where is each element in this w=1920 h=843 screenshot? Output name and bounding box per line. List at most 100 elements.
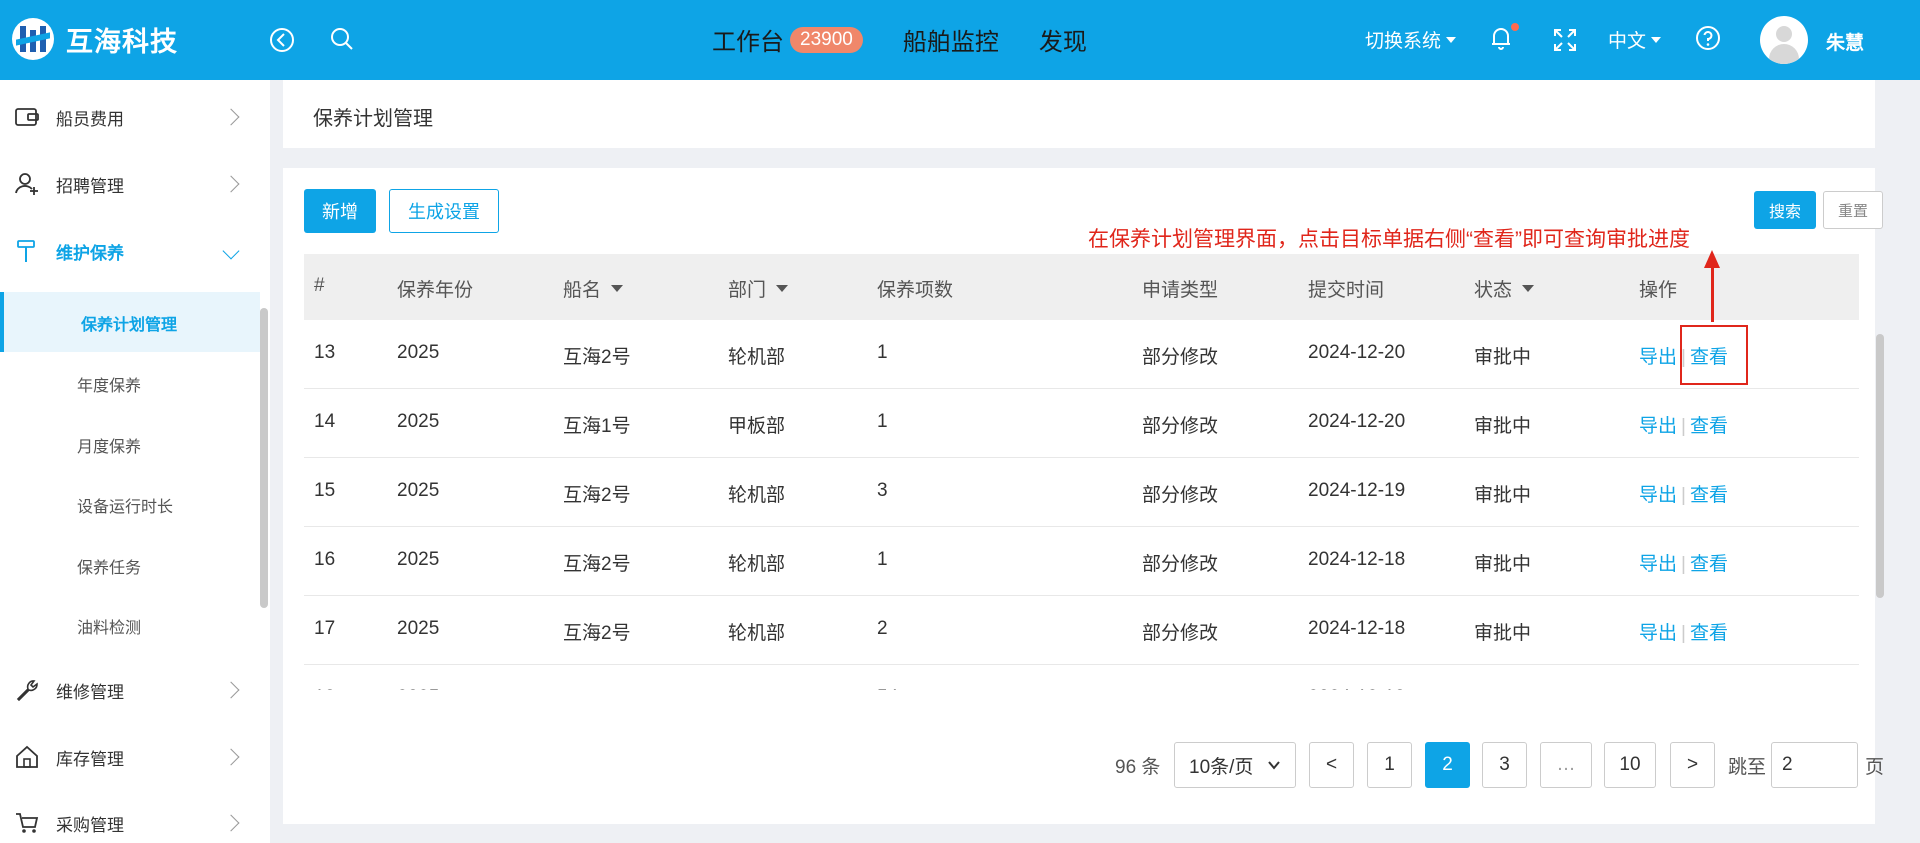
- logo-text: 互海科技: [66, 26, 178, 57]
- cell-ship: 互海1号: [563, 416, 631, 437]
- pagination-total: 96 条: [1115, 756, 1161, 778]
- reset-button[interactable]: 重置: [1823, 191, 1883, 229]
- sidebar-subitem-label: 保养计划管理: [81, 317, 178, 334]
- sidebar-scrollbar[interactable]: [260, 308, 268, 608]
- instruction-annotation: 在保养计划管理界面，点击目标单据右侧“查看”即可查询审批进度: [1088, 228, 1690, 251]
- col-header-ship[interactable]: 船名: [563, 275, 624, 302]
- table-row: 14 2025 互海1号 甲板部 1 部分修改 2024-12-20 审批中 导出 | 查看: [304, 389, 1859, 458]
- sidebar-subitem-monthly-maintenance[interactable]: 月度保养: [0, 414, 260, 474]
- next-page-button[interactable]: >: [1670, 742, 1715, 788]
- chevron-right-icon: [222, 814, 240, 832]
- logo[interactable]: 互海科技: [12, 18, 178, 60]
- action-separator: |: [1681, 416, 1686, 437]
- table-row: 15 2025 互海2号 轮机部 3 部分修改 2024-12-19 审批中 导出 | 查看: [304, 458, 1859, 527]
- page-size-select[interactable]: 10条/页: [1174, 742, 1296, 788]
- page-button-1[interactable]: 1: [1367, 742, 1412, 788]
- view-link[interactable]: 查看: [1690, 554, 1728, 575]
- wallet-icon: [15, 108, 39, 126]
- nav-workbench[interactable]: 工作台 23900: [712, 22, 863, 57]
- view-link[interactable]: 查看: [1690, 623, 1728, 644]
- sidebar-item-inventory[interactable]: 库存管理: [0, 742, 260, 772]
- filter-caret-icon[interactable]: [1522, 285, 1535, 292]
- cell-status: 审批中: [1474, 485, 1532, 506]
- annotation-highlight-box: [1680, 325, 1748, 385]
- sidebar-item-repair[interactable]: 维修管理: [0, 675, 260, 705]
- view-link[interactable]: 查看: [1690, 485, 1728, 506]
- sidebar-subitem-equipment-runtime[interactable]: 设备运行时长: [0, 474, 260, 534]
- filter-caret-icon[interactable]: [611, 285, 624, 292]
- workbench-badge: 23900: [790, 26, 863, 53]
- sidebar-item-recruitment[interactable]: 招聘管理: [0, 169, 260, 199]
- view-link[interactable]: 查看: [1690, 416, 1728, 437]
- chevron-down-icon: [222, 242, 240, 260]
- col-header-actions: 操作: [1639, 275, 1677, 302]
- export-link[interactable]: 导出: [1639, 347, 1677, 368]
- cell-dept: 轮机部: [728, 347, 786, 368]
- add-button[interactable]: 新增: [304, 189, 376, 233]
- nav-discover[interactable]: 发现: [1039, 22, 1087, 57]
- search-icon[interactable]: [326, 24, 358, 56]
- top-header: 互海科技 工作台 23900 船舶监控 发现 切换系统 中文 朱慧: [0, 0, 1920, 80]
- cell-actions: 导出 | 查看: [1639, 618, 1728, 645]
- page-button-3[interactable]: 3: [1482, 742, 1527, 788]
- cell-year: 2025: [397, 411, 440, 432]
- cell-id: 13: [314, 342, 336, 363]
- cell-date: 2024-12-20: [1308, 342, 1406, 363]
- col-header-label: 申请类型: [1142, 280, 1219, 301]
- cell-ship: 互海2号: [563, 687, 631, 690]
- sidebar: 船员费用 招聘管理 维护保养 保养计划管理 年度保养 月度保养 设备运行时长 保…: [0, 80, 270, 843]
- back-circle-icon[interactable]: [266, 24, 298, 56]
- sidebar-item-procurement[interactable]: 采购管理: [0, 808, 260, 838]
- username[interactable]: 朱慧: [1826, 28, 1864, 55]
- col-header-status[interactable]: 状态: [1474, 275, 1535, 302]
- export-link[interactable]: 导出: [1639, 416, 1677, 437]
- nav-ship-monitor[interactable]: 船舶监控: [903, 22, 999, 57]
- col-header-dept[interactable]: 部门: [728, 275, 789, 302]
- export-link[interactable]: 导出: [1639, 623, 1677, 644]
- cell-actions: 导出 | 查看: [1639, 549, 1728, 576]
- jump-page-input[interactable]: 2: [1771, 742, 1858, 788]
- switch-system-dropdown[interactable]: 切换系统: [1365, 26, 1457, 53]
- cell-status: 审批中: [1474, 416, 1532, 437]
- cell-count: 1: [877, 342, 888, 363]
- chevron-right-icon: [222, 681, 240, 699]
- cell-status: 审批中: [1474, 554, 1532, 575]
- cell-status: 审批拒绝: [1474, 687, 1550, 690]
- action-separator: |: [1681, 554, 1686, 575]
- sidebar-subitem-label: 设备运行时长: [77, 499, 174, 516]
- chevron-right-icon: [222, 175, 240, 193]
- page-button-2-current[interactable]: 2: [1425, 742, 1470, 788]
- sidebar-subitem-annual-maintenance[interactable]: 年度保养: [0, 353, 260, 413]
- export-link[interactable]: 导出: [1639, 554, 1677, 575]
- caret-down-icon: [1446, 36, 1457, 43]
- cell-dept: 甲板部: [728, 687, 785, 690]
- sidebar-item-label: 船员费用: [56, 109, 124, 129]
- filter-caret-icon[interactable]: [776, 285, 789, 292]
- fullscreen-icon[interactable]: [1549, 24, 1581, 56]
- sidebar-subitem-oil-testing[interactable]: 油料检测: [0, 595, 260, 655]
- avatar[interactable]: [1760, 16, 1808, 64]
- table-scrollbar[interactable]: [1876, 334, 1884, 598]
- sidebar-subitem-maintenance-tasks[interactable]: 保养任务: [0, 535, 260, 595]
- cell-ship: 互海2号: [563, 623, 631, 644]
- help-icon[interactable]: [1692, 22, 1724, 54]
- cell-id: 16: [314, 549, 336, 570]
- language-label: 中文: [1608, 31, 1647, 52]
- sidebar-subitem-label: 年度保养: [77, 378, 142, 395]
- col-header-label: 保养年份: [397, 280, 474, 301]
- sidebar-item-maintenance[interactable]: 维护保养: [0, 236, 260, 266]
- page-ellipsis[interactable]: …: [1540, 742, 1592, 788]
- search-button[interactable]: 搜索: [1754, 191, 1816, 229]
- cell-type: 部分修改: [1142, 554, 1219, 575]
- sidebar-subitem-maintenance-plan[interactable]: 保养计划管理: [0, 292, 260, 352]
- sidebar-item-crew-expense[interactable]: 船员费用: [0, 102, 260, 132]
- page-suffix: 页: [1865, 756, 1885, 778]
- export-link[interactable]: 导出: [1639, 485, 1677, 506]
- cell-count: 1: [877, 411, 888, 432]
- cell-actions: 导出 | 查看: [1639, 411, 1728, 438]
- table-header: # 保养年份 船名 部门 保养项数 申请类型 提交时间 状态 操作: [304, 254, 1859, 320]
- prev-page-button[interactable]: <: [1309, 742, 1354, 788]
- generate-settings-button[interactable]: 生成设置: [389, 189, 499, 233]
- language-dropdown[interactable]: 中文: [1608, 26, 1662, 53]
- page-button-10[interactable]: 10: [1604, 742, 1656, 788]
